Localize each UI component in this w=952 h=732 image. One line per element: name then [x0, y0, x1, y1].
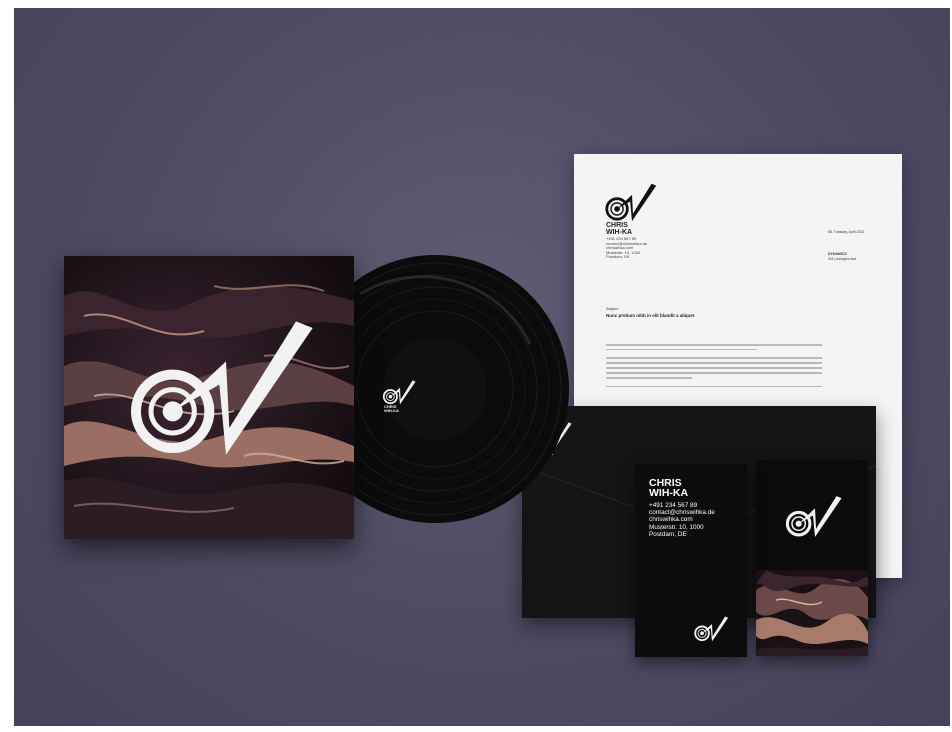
vinyl-label-name: CHRIS WIH-KA [384, 404, 399, 414]
letterhead-recipient: DYNAMICS 311 Lexington Ave [828, 252, 857, 261]
business-card-logo-side [756, 460, 868, 656]
subject-label: Subject : [606, 307, 620, 311]
album-cover [64, 256, 354, 539]
cw-logo-icon [382, 378, 418, 405]
letterhead-contact: +491 234 567 89 contact@chriswihka.de ch… [606, 236, 648, 260]
business-card-contact-side: CHRIS WIH-KA +491 234 567 89 contact@chr… [635, 464, 747, 657]
cw-logo-icon [784, 492, 846, 538]
letterhead-date: 08. Tuesday, April 2022 [828, 230, 865, 234]
vinyl-label: CHRIS WIH-KA [382, 378, 426, 422]
cw-logo-icon [693, 614, 731, 642]
subject-line: Nunc pretium nibh in elit blandit a aliq… [606, 313, 695, 318]
card-name: CHRIS WIH-KA [649, 477, 689, 499]
letterhead-name: CHRIS WIH-KA [606, 222, 633, 236]
letter-body [606, 344, 822, 394]
card-contact-info: +491 234 567 89 contact@chriswihka.de ch… [649, 502, 715, 538]
cw-logo-icon [604, 180, 660, 222]
cw-logo-icon [126, 308, 326, 458]
marble-artwork [756, 570, 868, 656]
mockup-scene: CHRIS WIH-KA +491 234 567 89 contact@chr… [14, 8, 950, 726]
